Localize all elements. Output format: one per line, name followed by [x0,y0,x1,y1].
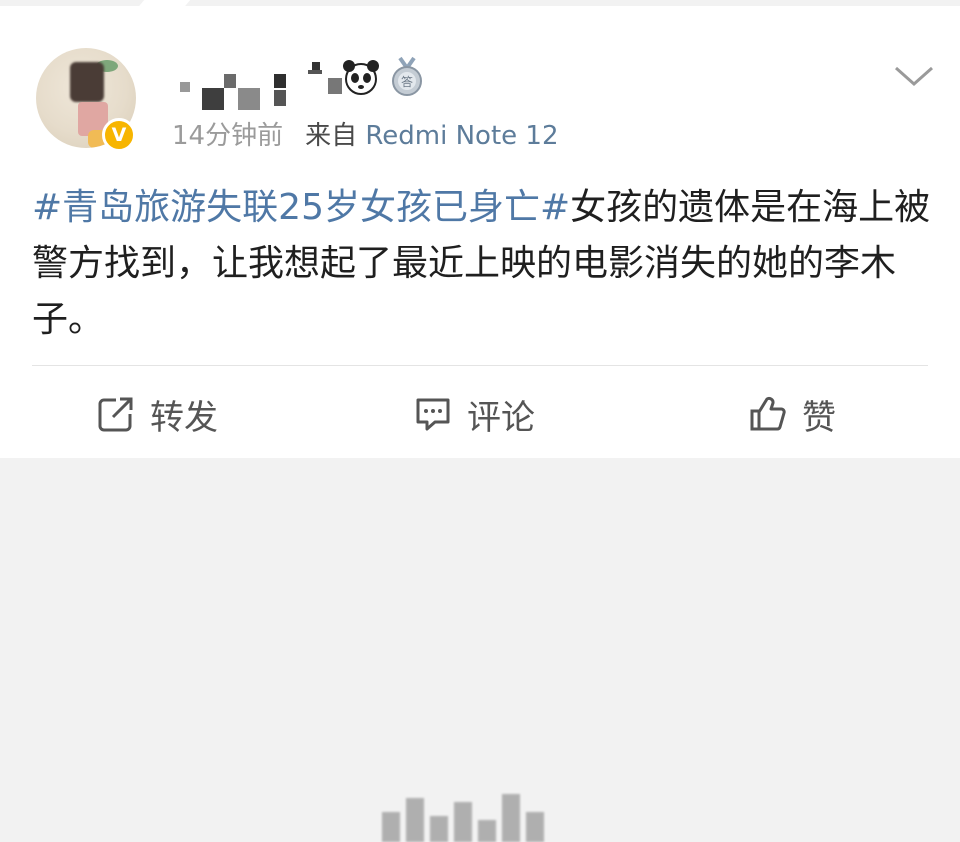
pixel-block [274,90,286,106]
device-name[interactable]: Redmi Note 12 [365,121,558,151]
pixel-block [202,88,224,110]
chevron-down-icon[interactable] [892,60,936,90]
avatar-hair [70,62,104,102]
repost-icon [98,397,133,432]
hashtag-link[interactable]: #青岛旅游失联25岁女孩已身亡# [32,187,570,228]
pixel-block [308,70,322,74]
like-label: 赞 [802,397,836,438]
panda-icon [343,60,379,95]
like-button[interactable]: 赞 [748,392,836,438]
medal-icon: 答 [392,56,422,96]
post-meta: 14分钟前 来自 Redmi Note 12 [172,116,558,156]
comment-icon [416,398,450,431]
repost-button[interactable]: 转发 [96,392,218,438]
pixel-block [224,74,236,88]
post-time: 14分钟前 [172,121,284,151]
pixel-block [312,62,320,70]
divider [32,365,928,366]
weibo-post-card: V 答 14分钟前 来自 Redmi Note 12 #青岛旅游失联25岁女孩已身… [0,6,960,842]
svg-text:答: 答 [401,74,413,89]
source-prefix: 来自 [305,121,358,151]
pixel-block [238,88,260,110]
blurred-overlay [382,790,550,842]
like-icon [750,396,786,431]
pixel-block [180,82,190,92]
comment-button[interactable]: 评论 [413,392,535,438]
pixel-block [274,74,286,88]
post-actions: 转发 评论 赞 [0,368,960,842]
comment-label: 评论 [467,397,535,438]
repost-label: 转发 [150,397,218,438]
post-content: #青岛旅游失联25岁女孩已身亡#女孩的遗体是在海上被警方找到，让我想起了最近上映… [32,180,932,348]
verified-icon: V [102,118,136,152]
